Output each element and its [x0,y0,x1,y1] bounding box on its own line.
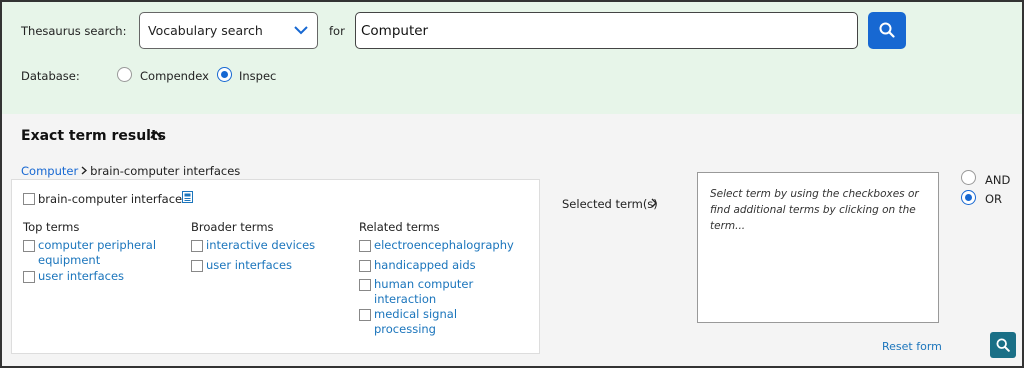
top-terms-heading: Top terms [23,220,80,234]
operator-label-or: OR [985,192,1003,206]
broader-terms-heading: Broader terms [191,220,274,234]
thesaurus-page: Thesaurus search: Vocabulary search for … [0,0,1024,368]
results-heading: Exact term results [21,128,166,144]
top-term-link[interactable]: user interfaces [38,269,168,284]
related-term-link[interactable]: handicapped aids [374,258,504,273]
broader-term-checkbox[interactable] [191,240,203,252]
search-input[interactable] [355,12,858,49]
database-radio-compendex[interactable] [117,67,132,82]
operator-radio-and[interactable] [961,170,976,185]
operator-label-and: AND [985,173,1011,187]
search-button[interactable] [868,12,906,49]
search-type-value: Vocabulary search [148,23,263,38]
search-panel: Thesaurus search: Vocabulary search for … [2,2,1022,114]
thesaurus-search-label: Thesaurus search: [21,24,127,38]
for-label: for [329,24,345,38]
chevron-right-icon [651,198,657,208]
operator-radio-or[interactable] [961,190,976,205]
database-radio-inspec[interactable] [217,67,232,82]
selected-terms-hint: Select term by using the checkboxes or f… [710,188,919,232]
related-term-checkbox[interactable] [359,240,371,252]
search-icon [879,22,895,38]
related-term-checkbox[interactable] [359,260,371,272]
related-term-link[interactable]: human computer interaction [374,277,474,307]
scope-note-icon[interactable] [182,191,193,203]
breadcrumb-root-link[interactable]: Computer [21,164,78,178]
search-type-select[interactable]: Vocabulary search [139,12,318,49]
broader-term-checkbox[interactable] [191,260,203,272]
breadcrumb-chevron-icon [81,166,88,175]
chevron-down-icon [294,26,308,35]
related-term-link[interactable]: electroencephalography [374,238,524,253]
selected-terms-label: Selected term(s) [562,197,658,211]
top-term-checkbox[interactable] [23,271,35,283]
collapse-chevron-icon[interactable] [150,130,162,140]
top-term-link[interactable]: computer peripheral equipment [38,238,168,268]
selected-terms-box[interactable]: Select term by using the checkboxes or f… [697,172,939,323]
reset-form-link[interactable]: Reset form [882,340,942,353]
database-label-compendex: Compendex [140,69,209,83]
broader-term-link[interactable]: user interfaces [206,258,336,273]
main-term-checkbox[interactable] [23,193,35,205]
related-term-checkbox[interactable] [359,309,371,321]
database-label: Database: [21,69,80,83]
top-term-checkbox[interactable] [23,240,35,252]
related-terms-heading: Related terms [359,220,440,234]
search-selected-button[interactable] [990,332,1016,358]
related-term-link[interactable]: medical signal processing [374,307,474,337]
related-term-checkbox[interactable] [359,279,371,291]
database-label-inspec: Inspec [239,69,277,83]
breadcrumb: Computer brain-computer interfaces [21,164,240,178]
broader-term-link[interactable]: interactive devices [206,238,336,253]
main-term-label: brain-computer interfaces [38,192,189,206]
search-icon [996,338,1010,352]
breadcrumb-current: brain-computer interfaces [90,164,241,178]
